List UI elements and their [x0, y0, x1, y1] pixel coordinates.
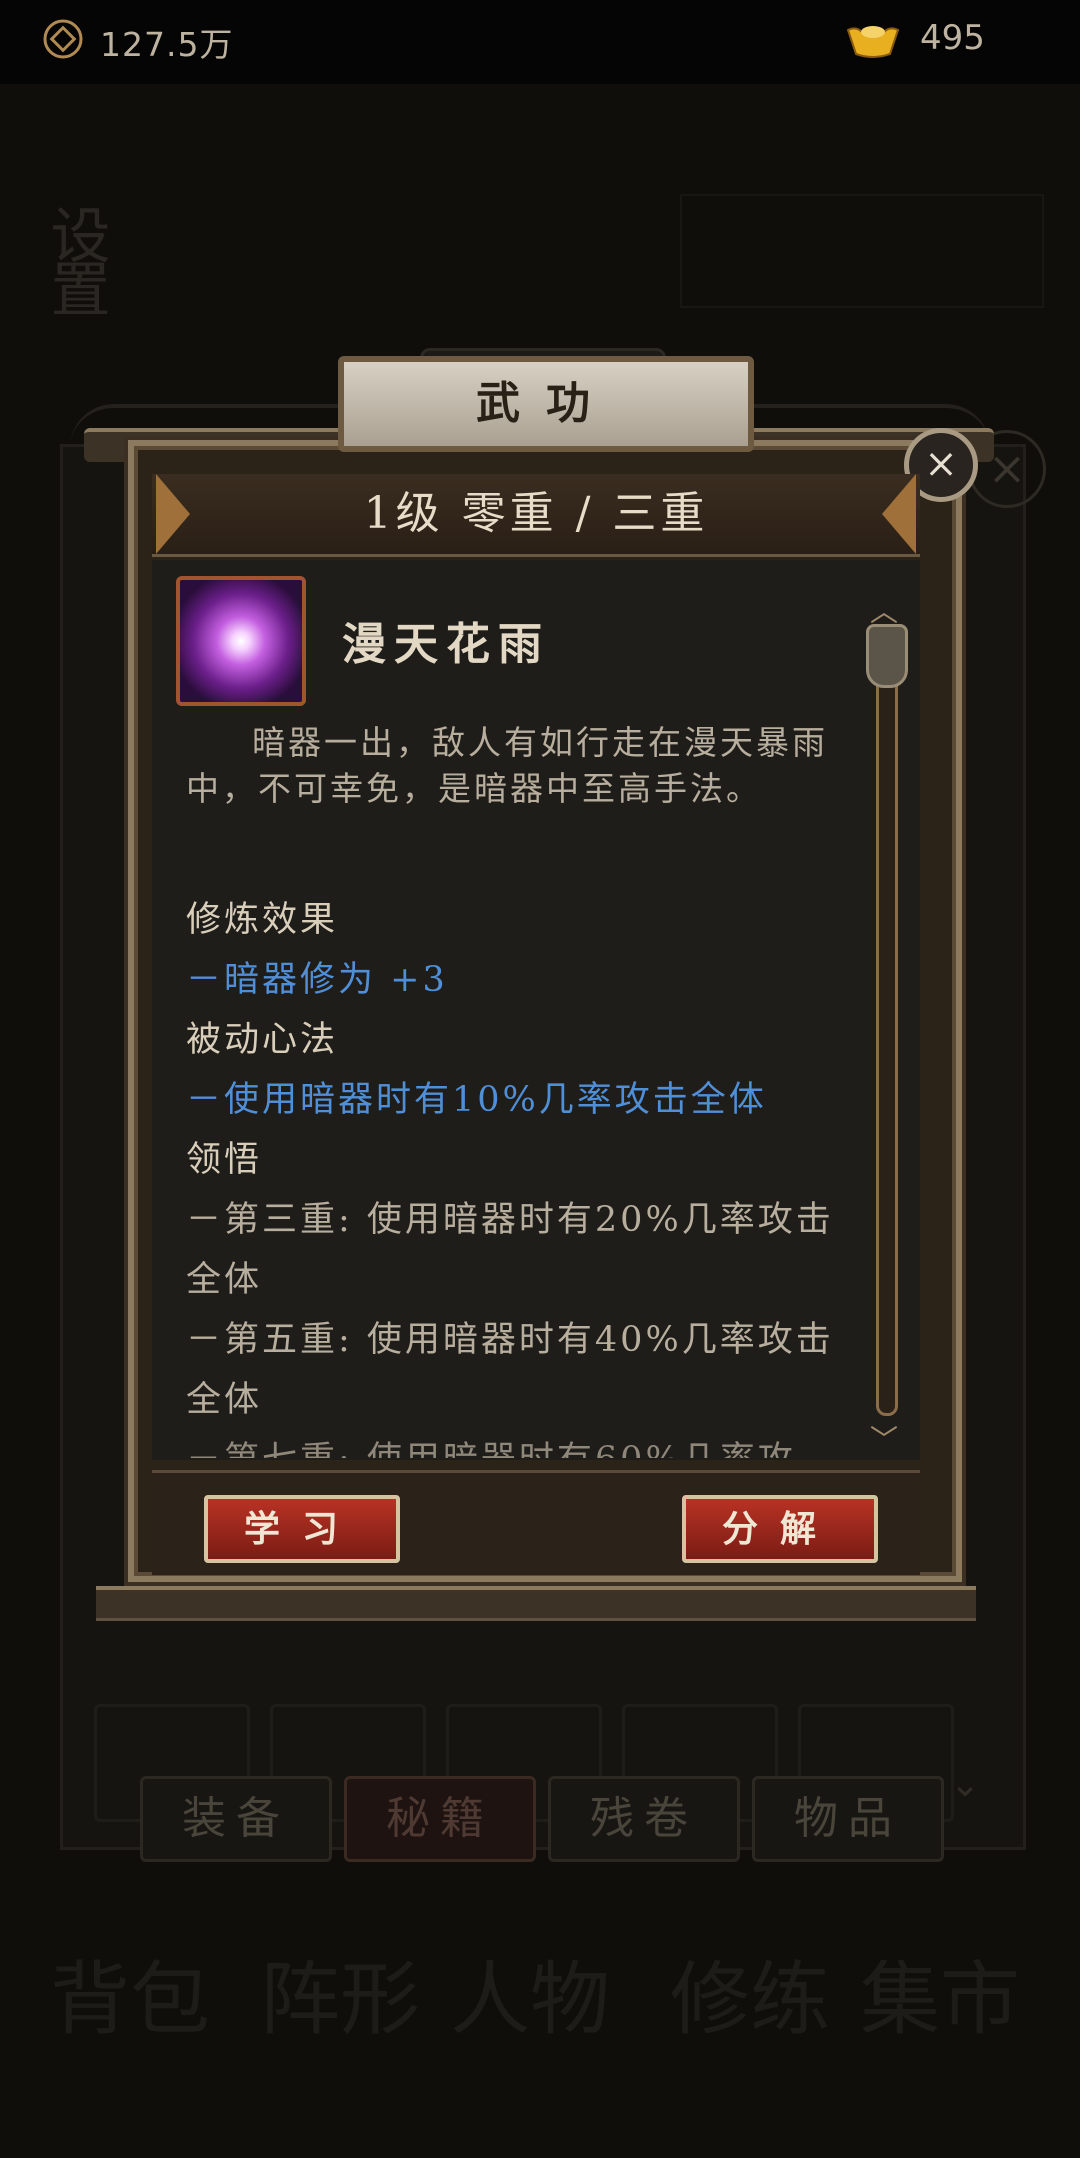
gold-ingot-icon [846, 26, 900, 58]
settings-button[interactable]: 设置 [32, 204, 119, 312]
skill-description: 暗器一出，敌人有如行走在漫天暴雨中，不可幸免，是暗器中至高手法。 [186, 723, 828, 808]
nav-formation[interactable]: 阵形 [260, 1960, 430, 2130]
effect-line: －使用暗器时有10%几率攻击全体 [186, 1080, 767, 1120]
tab-items[interactable]: 物品 [752, 1776, 944, 1862]
nav-character[interactable]: 人物 [450, 1960, 620, 2130]
learn-button[interactable]: 学习 [204, 1495, 400, 1563]
section-heading: 领悟 [186, 1140, 263, 1180]
scroll-thumb[interactable] [866, 624, 908, 688]
level-bar: 1级 零重 / 三重 [152, 474, 920, 557]
skill-level: 1级 零重 / 三重 [363, 488, 709, 539]
skill-effects: 修炼效果 －暗器修为 +3 被动心法 －使用暗器时有10%几率攻击全体 领悟 －… [186, 890, 836, 1458]
bag-tabs: 装备 秘籍 残卷 物品 [140, 1776, 944, 1862]
modal-base [96, 1586, 976, 1621]
effect-line: －第五重: 使用暗器时有40%几率攻击全体 [186, 1320, 834, 1420]
decompose-button[interactable]: 分解 [682, 1495, 878, 1563]
ingot-amount: 495 [920, 18, 985, 58]
section-heading: 修炼效果 [186, 900, 339, 940]
copper-coin-icon [43, 19, 83, 59]
effect-line: －第三重: 使用暗器时有20%几率攻击全体 [186, 1200, 834, 1300]
currency-bar: 127.5万 495 [0, 0, 1080, 84]
dialog-title: 武功 [338, 356, 754, 452]
effect-line-partial: －第七重: 使用暗器时有60%几率攻 [186, 1430, 836, 1458]
skill-icon [176, 576, 306, 706]
scroll-down-icon[interactable]: ﹀ [870, 1418, 898, 1458]
close-icon: × [924, 441, 958, 487]
tab-manuals[interactable]: 秘籍 [344, 1776, 536, 1862]
dialog-button-row: 学习 分解 [152, 1470, 920, 1575]
nav-bag[interactable]: 背包 [50, 1960, 220, 2130]
scroll-track[interactable] [876, 650, 898, 1416]
background-decoration [680, 194, 1044, 308]
nav-training[interactable]: 修练 [670, 1960, 840, 2130]
bottom-nav: 背包 阵形 人物 修练 集市 [0, 1940, 1080, 2158]
bag-scroll-down-icon[interactable]: ⌄ [950, 1764, 980, 1805]
skill-detail-content[interactable]: 漫天花雨 暗器一出，敌人有如行走在漫天暴雨中，不可幸免，是暗器中至高手法。 修炼… [152, 560, 920, 1460]
content-scrollbar[interactable]: ︿ ﹀ [866, 590, 908, 1456]
nav-market[interactable]: 集市 [860, 1960, 1030, 2130]
skill-name: 漫天花雨 [342, 619, 550, 670]
coin-amount: 127.5万 [100, 25, 234, 64]
tab-fragments[interactable]: 残卷 [548, 1776, 740, 1862]
tab-equipment[interactable]: 装备 [140, 1776, 332, 1862]
effect-line: －暗器修为 +3 [186, 960, 448, 1000]
section-heading: 被动心法 [186, 1020, 339, 1060]
